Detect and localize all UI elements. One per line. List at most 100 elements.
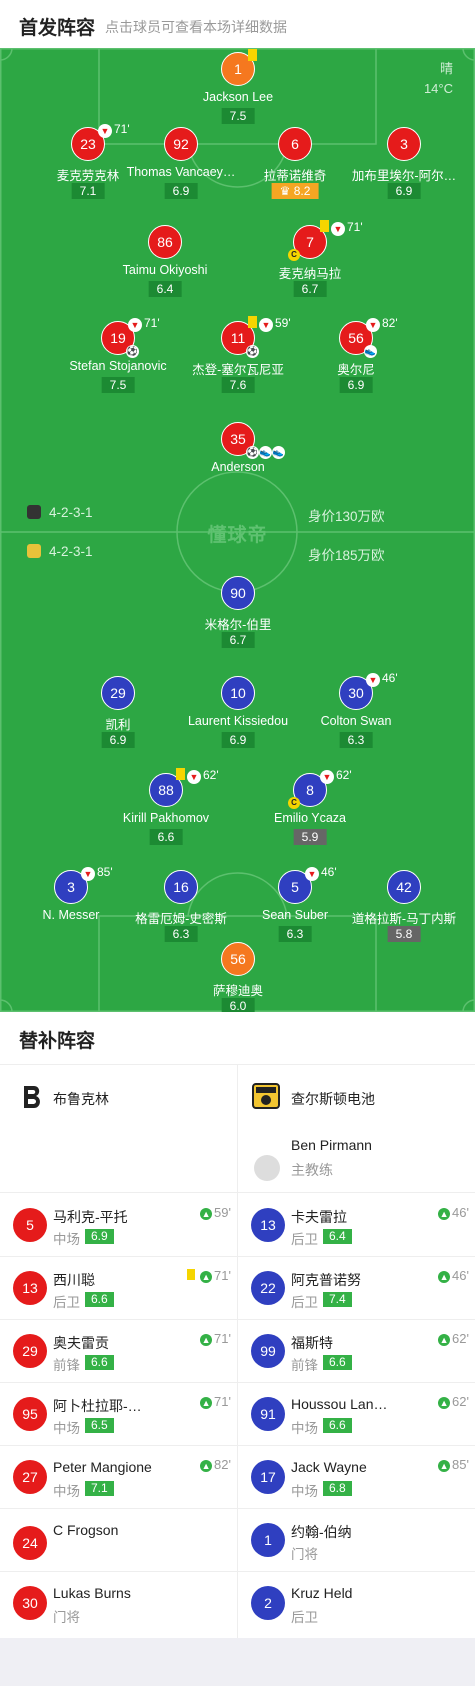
player-name: Kruz Held bbox=[291, 1585, 353, 1601]
player-name: Emilio Ycaza bbox=[273, 811, 347, 825]
player-rating: 5.8 bbox=[387, 926, 421, 942]
away-player-90[interactable]: 90 米格尔-伯里 6.7 bbox=[168, 576, 308, 648]
away-player-88[interactable]: 88 ▼ 62' Kirill Pakhomov 6.6 bbox=[96, 768, 236, 845]
home-sub-24[interactable]: 24 C Frogson bbox=[0, 1508, 237, 1571]
player-name: 奥尔尼 bbox=[337, 363, 375, 377]
player-position: 门将 bbox=[53, 1610, 80, 1625]
goal-ball-icon: ⚽ bbox=[126, 345, 139, 358]
player-number: 29 bbox=[13, 1334, 47, 1368]
player-number: 24 bbox=[13, 1526, 47, 1560]
home-player-3[interactable]: 3 加布里埃尔-阿尔… 6.9 bbox=[334, 127, 474, 199]
lineup-header: 首发阵容 点击球员可查看本场详细数据 bbox=[0, 0, 475, 48]
player-name: Peter Mangione bbox=[53, 1459, 152, 1475]
player-rating: 6.6 bbox=[323, 1355, 352, 1370]
home-value: 身价130万欧 bbox=[308, 509, 385, 524]
crown-icon: ♛ bbox=[279, 184, 291, 198]
home-team-name: 布鲁克林 bbox=[53, 1091, 109, 1107]
minute-text: 59' bbox=[214, 1205, 231, 1220]
sub-off-icon: ▼ bbox=[187, 770, 201, 784]
away-sub-99[interactable]: 99 福斯特 前锋 6.6 ▲ 62' bbox=[238, 1319, 475, 1382]
minute-text: 82' bbox=[214, 1457, 231, 1472]
home-player-7[interactable]: 7 ▼ 71' C 麦克纳马拉 6.7 bbox=[240, 220, 380, 297]
away-sub-13[interactable]: 13 卡夫雷拉 后卫 6.4 ▲ 46' bbox=[238, 1193, 475, 1256]
player-rating: 6.7 bbox=[221, 632, 255, 648]
player-number: 90 bbox=[221, 576, 255, 610]
home-sub-29[interactable]: 29 奥夫雷贡 前锋 6.6 ▲ 71' bbox=[0, 1319, 237, 1382]
player-number: 17 bbox=[251, 1460, 285, 1494]
away-player-42[interactable]: 42 道格拉斯-马丁内斯 5.8 bbox=[334, 870, 474, 942]
sub-minute: 71' bbox=[144, 316, 160, 330]
home-sub-27[interactable]: 27 Peter Mangione 中场 7.1 ▲ 82' bbox=[0, 1445, 237, 1508]
sub-off-icon: ▼ bbox=[320, 770, 334, 784]
player-rating: 6.4 bbox=[148, 281, 182, 297]
home-player-86[interactable]: 86 Taimu Okiyoshi 6.4 bbox=[95, 225, 235, 297]
player-name: 奥夫雷贡 bbox=[53, 1335, 109, 1351]
away-sub-22[interactable]: 22 阿克普诺努 后卫 7.4 ▲ 46' bbox=[238, 1256, 475, 1319]
yellow-card-icon bbox=[248, 316, 257, 328]
away-player-56[interactable]: 56 萨穆迪奥 6.0 bbox=[168, 942, 308, 1012]
yellow-card-icon bbox=[187, 1269, 195, 1280]
sub-in-icon: ▲ bbox=[200, 1271, 213, 1283]
player-rating: 7.6 bbox=[221, 377, 255, 393]
player-number: 91 bbox=[251, 1397, 285, 1431]
coach-role: 主教练 bbox=[291, 1162, 333, 1178]
player-name: 麦克纳马拉 bbox=[278, 267, 342, 281]
player-name: 阿卜杜拉耶-… bbox=[53, 1398, 142, 1414]
sub-in-icon: ▲ bbox=[438, 1334, 451, 1346]
player-rating: 6.6 bbox=[85, 1292, 114, 1307]
player-number: 16 bbox=[164, 870, 198, 904]
player-rating: 6.4 bbox=[323, 1229, 352, 1244]
sub-in-icon: ▲ bbox=[438, 1397, 451, 1409]
home-sub-30[interactable]: 30 Lukas Burns 门将 bbox=[0, 1571, 237, 1634]
player-number: 30 bbox=[13, 1586, 47, 1620]
home-player-1[interactable]: 1 Jackson Lee 7.5 bbox=[168, 49, 308, 124]
player-rating: 6.7 bbox=[293, 281, 327, 297]
home-player-56[interactable]: 56 ▼ 82' 👟 奥尔尼 6.9 bbox=[286, 316, 426, 393]
away-sub-91[interactable]: 91 Houssou Lan… 中场 6.6 ▲ 62' bbox=[238, 1382, 475, 1445]
away-player-8[interactable]: 8 ▼ 62' C Emilio Ycaza 5.9 bbox=[240, 768, 380, 845]
player-rating: 6.3 bbox=[164, 926, 198, 942]
home-player-35[interactable]: 35 ⚽ 👟 👟 Anderson bbox=[168, 422, 308, 492]
player-rating: 6.9 bbox=[164, 183, 198, 199]
player-position: 中场 bbox=[53, 1232, 80, 1247]
away-sub-2[interactable]: 2 Kruz Held 后卫 bbox=[238, 1571, 475, 1634]
away-player-30[interactable]: 30 ▼ 46' Colton Swan 6.3 bbox=[286, 671, 426, 748]
player-rating: 5.9 bbox=[293, 829, 327, 845]
home-player-19[interactable]: 19 ▼ 71' ⚽ Stefan Stojanovic 7.5 bbox=[48, 316, 188, 393]
home-sub-95[interactable]: 95 阿卜杜拉耶-… 中场 6.5 ▲ 71' bbox=[0, 1382, 237, 1445]
home-sub-5[interactable]: 5 马利克-平托 中场 6.9 ▲ 59' bbox=[0, 1193, 237, 1256]
assist-icon: 👟 bbox=[259, 446, 272, 459]
player-rating: 6.6 bbox=[149, 829, 183, 845]
player-rating: 6.9 bbox=[387, 183, 421, 199]
player-rating: 7.4 bbox=[323, 1292, 352, 1307]
player-name: 福斯特 bbox=[291, 1335, 333, 1351]
home-sub-13[interactable]: 13 西川聪 后卫 6.6 ▲ 71' bbox=[0, 1256, 237, 1319]
away-sub-17[interactable]: 17 Jack Wayne 中场 6.8 ▲ 85' bbox=[238, 1445, 475, 1508]
sub-in-minute: ▲ 46' bbox=[438, 1268, 469, 1283]
player-name: 米格尔-伯里 bbox=[204, 618, 272, 632]
away-player-29[interactable]: 29 凯利 6.9 bbox=[48, 676, 188, 748]
minute-text: 62' bbox=[452, 1394, 469, 1409]
lineup-hint: 点击球员可查看本场详细数据 bbox=[105, 19, 287, 35]
yellow-card-icon bbox=[176, 768, 185, 780]
player-name: Taimu Okiyoshi bbox=[122, 263, 208, 277]
player-rating: 6.9 bbox=[101, 732, 135, 748]
sub-off-icon: ▼ bbox=[98, 124, 112, 138]
subs-title: 替补阵容 bbox=[19, 1031, 96, 1052]
sub-in-minute: ▲ 62' bbox=[438, 1331, 469, 1346]
captain-badge: C bbox=[288, 249, 300, 261]
weather-condition: 晴 bbox=[439, 61, 453, 76]
player-name: Anderson bbox=[211, 460, 265, 474]
sub-in-minute: ▲ 71' bbox=[200, 1394, 231, 1409]
coach-name: Ben Pirmann bbox=[291, 1137, 372, 1153]
player-name: Jackson Lee bbox=[202, 90, 274, 104]
away-team-name: 查尔斯顿电池 bbox=[291, 1091, 375, 1107]
player-rating: 6.6 bbox=[323, 1418, 352, 1433]
player-name: Jack Wayne bbox=[291, 1459, 367, 1475]
sub-in-icon: ▲ bbox=[438, 1208, 451, 1220]
player-number: 2 bbox=[251, 1586, 285, 1620]
away-sub-1[interactable]: 1 约翰-伯纳 门将 bbox=[238, 1508, 475, 1571]
player-name: Houssou Lan… bbox=[291, 1396, 388, 1412]
player-name: 道格拉斯-马丁内斯 bbox=[351, 912, 457, 926]
brooklyn-logo-icon bbox=[24, 1086, 40, 1108]
